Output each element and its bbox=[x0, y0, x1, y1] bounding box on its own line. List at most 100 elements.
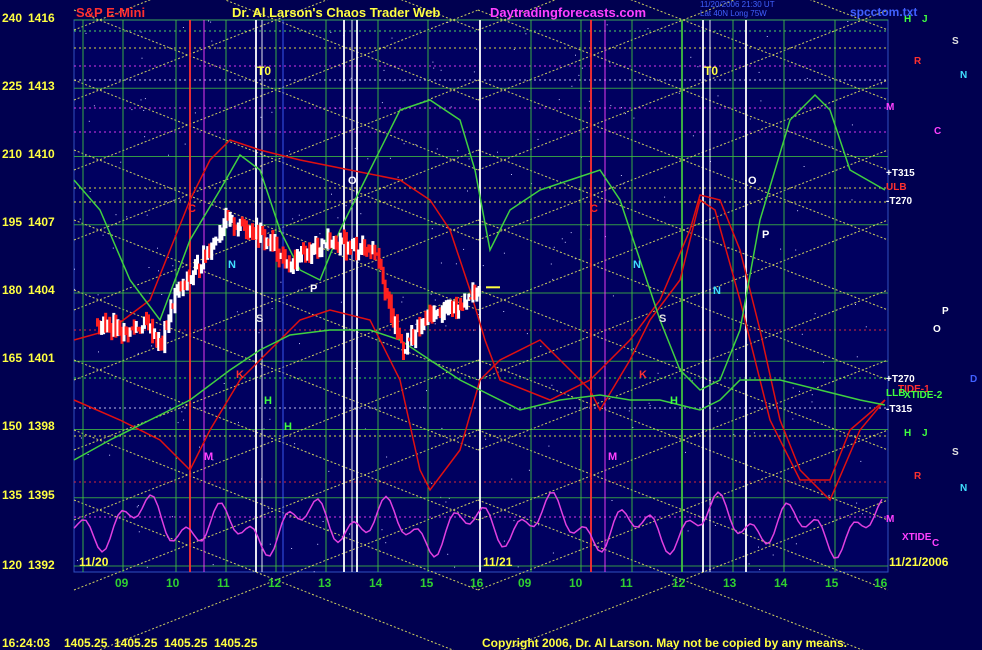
y-tick-right: 1398 bbox=[28, 419, 55, 433]
star-dot bbox=[571, 85, 573, 87]
star-dot bbox=[540, 345, 542, 347]
star-dot bbox=[97, 294, 99, 296]
star-dot bbox=[880, 83, 882, 85]
star-dot bbox=[550, 263, 552, 265]
star-dot bbox=[269, 418, 271, 420]
star-dot bbox=[664, 196, 666, 198]
star-dot bbox=[74, 268, 75, 270]
x-tick: 09 bbox=[518, 576, 532, 590]
star-dot bbox=[811, 401, 813, 403]
star-dot bbox=[828, 494, 830, 496]
star-dot bbox=[340, 301, 342, 303]
y-tick-right: 1392 bbox=[28, 558, 55, 572]
star-dot bbox=[457, 150, 459, 152]
star-dot bbox=[423, 406, 425, 408]
right-label: S bbox=[952, 36, 959, 47]
star-dot bbox=[88, 120, 90, 122]
star-dot bbox=[115, 214, 117, 216]
star-dot bbox=[476, 48, 478, 50]
star-dot bbox=[811, 394, 813, 396]
y-tick-left: 210 bbox=[2, 147, 22, 161]
y-tick-right: 1395 bbox=[28, 488, 55, 502]
star-dot bbox=[431, 228, 433, 230]
star-dot bbox=[143, 110, 145, 111]
marker-letter: H bbox=[670, 395, 678, 407]
star-dot bbox=[564, 241, 566, 243]
star-dot bbox=[292, 218, 294, 220]
footer-copyright: Copyright 2006, Dr. Al Larson. May not b… bbox=[482, 636, 847, 650]
price-bar bbox=[214, 236, 218, 246]
star-dot bbox=[606, 24, 608, 26]
right-label: XTIDE-2 bbox=[904, 390, 943, 401]
marker-letter: K bbox=[236, 369, 244, 381]
star-dot bbox=[383, 69, 385, 71]
right-label: J bbox=[922, 14, 928, 25]
star-dot bbox=[146, 214, 148, 216]
marker-letter: O bbox=[748, 175, 757, 187]
time-marker: T0 bbox=[704, 64, 718, 78]
right-label: M bbox=[886, 102, 894, 113]
y-tick-left: 195 bbox=[2, 215, 22, 229]
y-tick-left: 240 bbox=[2, 11, 22, 25]
star-dot bbox=[271, 308, 273, 310]
chart-title: S&P E-Mini bbox=[76, 5, 146, 20]
star-dot bbox=[179, 199, 181, 201]
star-dot bbox=[865, 326, 867, 328]
star-dot bbox=[749, 118, 751, 120]
site-link[interactable]: Daytradingforecasts.com bbox=[490, 5, 646, 20]
x-tick: 09 bbox=[115, 576, 129, 590]
star-dot bbox=[389, 157, 391, 159]
star-dot bbox=[862, 513, 864, 515]
marker-letter: C bbox=[188, 203, 196, 215]
star-dot bbox=[328, 470, 330, 472]
star-dot bbox=[354, 368, 356, 369]
star-dot bbox=[468, 158, 470, 160]
star-dot bbox=[753, 432, 755, 434]
marker-letter: P bbox=[310, 283, 317, 295]
star-dot bbox=[551, 384, 553, 386]
star-dot bbox=[217, 47, 219, 49]
star-dot bbox=[525, 33, 527, 35]
y-tick-right: 1410 bbox=[28, 147, 55, 161]
star-dot bbox=[158, 270, 159, 272]
star-dot bbox=[503, 311, 505, 312]
star-dot bbox=[288, 150, 290, 152]
day-label: 11/21/2006 bbox=[889, 555, 949, 569]
star-dot bbox=[146, 566, 148, 568]
star-dot bbox=[269, 543, 271, 545]
star-dot bbox=[621, 107, 622, 109]
y-tick-right: 1407 bbox=[28, 215, 55, 229]
star-dot bbox=[497, 151, 498, 153]
star-dot bbox=[93, 105, 95, 107]
star-dot bbox=[145, 188, 147, 190]
star-dot bbox=[137, 505, 139, 507]
star-dot bbox=[678, 92, 680, 94]
star-dot bbox=[212, 564, 214, 566]
star-dot bbox=[298, 214, 300, 216]
star-dot bbox=[168, 154, 169, 156]
star-dot bbox=[611, 500, 613, 501]
footer-quote: 1405.25 bbox=[114, 636, 158, 650]
footer-quote: 1405.25 bbox=[164, 636, 208, 650]
star-dot bbox=[426, 390, 427, 392]
chart-canvas: CNHHMSKOPCNSKHMOPN 240 225 210 195 180 1… bbox=[0, 0, 982, 650]
star-dot bbox=[182, 27, 184, 28]
star-dot bbox=[578, 74, 580, 76]
star-dot bbox=[795, 543, 797, 545]
star-dot bbox=[717, 95, 719, 97]
star-dot bbox=[236, 311, 238, 313]
star-dot bbox=[513, 520, 515, 522]
star-dot bbox=[687, 530, 689, 532]
x-tick: 13 bbox=[318, 576, 332, 590]
y-tick-right: 1401 bbox=[28, 351, 55, 365]
timestamp: 11/20/2006 21:30 UT bbox=[700, 0, 775, 9]
star-dot bbox=[268, 508, 270, 509]
star-dot bbox=[552, 552, 554, 554]
star-dot bbox=[454, 566, 456, 568]
star-dot bbox=[467, 190, 468, 192]
right-label: XTIDE bbox=[902, 532, 932, 543]
star-dot bbox=[184, 143, 186, 145]
star-dot bbox=[430, 293, 432, 295]
star-dot bbox=[517, 566, 519, 568]
star-dot bbox=[137, 352, 139, 354]
